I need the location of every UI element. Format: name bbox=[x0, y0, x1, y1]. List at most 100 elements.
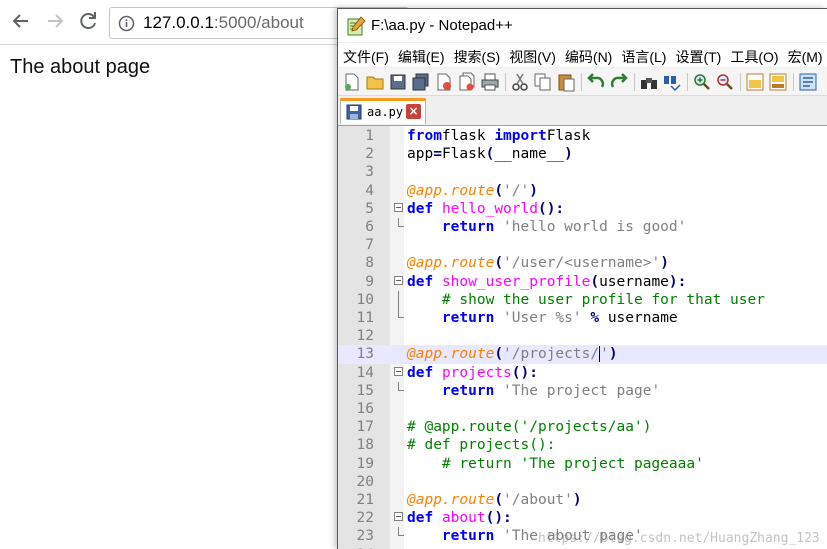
code-token: hello_world bbox=[441, 200, 538, 217]
window-title: F:\aa.py - Notepad++ bbox=[371, 17, 513, 34]
word-wrap-button[interactable] bbox=[798, 72, 818, 92]
sync-horizontal-button[interactable] bbox=[768, 72, 788, 92]
code-line[interactable]: 19 # return 'The project pageaaa' bbox=[338, 455, 827, 473]
code-text: def about(): bbox=[407, 509, 512, 527]
code-token: @app.route bbox=[407, 182, 495, 199]
code-line[interactable]: 12 bbox=[338, 327, 827, 345]
code-token: (): bbox=[485, 510, 512, 527]
tab-close-icon[interactable]: × bbox=[406, 104, 421, 119]
line-number: 23 bbox=[356, 528, 374, 545]
code-token: show_user_profile bbox=[441, 273, 591, 290]
fold-guide-line bbox=[398, 527, 404, 537]
zoom-in-button[interactable] bbox=[692, 72, 712, 92]
fold-collapse-icon[interactable] bbox=[394, 275, 403, 285]
fold-collapse-icon[interactable] bbox=[394, 512, 403, 522]
printer-icon bbox=[481, 73, 499, 91]
fold-guide-line bbox=[398, 309, 404, 318]
reload-button[interactable] bbox=[75, 8, 101, 34]
code-line[interactable]: 8 @app.route('/user/<username>') bbox=[338, 254, 827, 272]
menu-tools[interactable]: 工具(O) bbox=[725, 43, 782, 67]
scissors-icon bbox=[512, 73, 528, 91]
code-line[interactable]: 16 bbox=[338, 400, 827, 418]
code-text: def show_user_profile(username): bbox=[407, 273, 686, 291]
code-text: return 'hello world is good' bbox=[407, 218, 686, 236]
code-line[interactable]: 6 return 'hello world is good' bbox=[338, 218, 827, 236]
replace-button[interactable] bbox=[662, 72, 682, 92]
code-line[interactable]: 4 @app.route('/') bbox=[338, 182, 827, 200]
close-all-button[interactable] bbox=[457, 72, 477, 92]
code-line[interactable]: 20 bbox=[338, 473, 827, 491]
code-line[interactable]: 11 return 'User %s' % username bbox=[338, 309, 827, 327]
line-number: 17 bbox=[356, 419, 374, 436]
code-token: '/about' bbox=[503, 492, 573, 508]
window-titlebar[interactable]: F:\aa.py - Notepad++ bbox=[338, 9, 827, 42]
tab-aa-py[interactable]: aa.py × bbox=[340, 98, 426, 124]
url-text: 127.0.0.1:5000/about bbox=[143, 13, 304, 33]
code-editor[interactable]: 1 fromflask importFlask 2 app=Flask(__name_… bbox=[338, 125, 827, 549]
code-line[interactable]: 3 bbox=[338, 163, 827, 181]
sync-vertical-button[interactable] bbox=[745, 72, 765, 92]
zoom-out-button[interactable] bbox=[715, 72, 735, 92]
code-line[interactable]: 7 bbox=[338, 236, 827, 254]
paste-button[interactable] bbox=[556, 72, 576, 92]
save-all-button[interactable] bbox=[411, 72, 431, 92]
menu-language[interactable]: 语言(L) bbox=[616, 43, 670, 67]
find-button[interactable] bbox=[639, 72, 659, 92]
cut-button[interactable] bbox=[510, 72, 530, 92]
menu-settings[interactable]: 设置(T) bbox=[670, 43, 725, 67]
code-token: 'User %s' bbox=[503, 310, 582, 326]
save-button[interactable] bbox=[388, 72, 408, 92]
menu-edit[interactable]: 编辑(E) bbox=[393, 43, 449, 67]
code-line[interactable]: 17 # @app.route('/projects/aa') bbox=[338, 418, 827, 436]
url-path: :5000/about bbox=[213, 13, 304, 32]
code-text: return 'The project page' bbox=[407, 382, 660, 400]
code-line[interactable]: 22 def about(): bbox=[338, 509, 827, 527]
menu-macro[interactable]: 宏(M) bbox=[783, 43, 827, 67]
code-token: % bbox=[590, 310, 600, 326]
code-line[interactable]: 24 bbox=[338, 546, 827, 549]
menu-encoding[interactable]: 编码(N) bbox=[560, 43, 616, 67]
code-line[interactable]: 13 @app.route('/projects/') bbox=[338, 345, 827, 364]
code-line[interactable]: 14 def projects(): bbox=[338, 364, 827, 382]
forward-button[interactable] bbox=[42, 8, 68, 34]
code-line[interactable]: 9 def show_user_profile(username): bbox=[338, 273, 827, 291]
menu-file[interactable]: 文件(F) bbox=[338, 43, 393, 67]
line-number: 9 bbox=[365, 273, 374, 290]
fold-collapse-icon[interactable] bbox=[394, 202, 403, 212]
url-host: 127.0.0.1 bbox=[143, 13, 214, 32]
redo-button[interactable] bbox=[609, 72, 629, 92]
fold-collapse-icon[interactable] bbox=[394, 366, 403, 376]
close-file-button[interactable] bbox=[434, 72, 454, 92]
back-button[interactable] bbox=[8, 8, 34, 34]
new-file-button[interactable] bbox=[342, 72, 362, 92]
code-text: app=Flask(__name__) bbox=[407, 145, 573, 163]
code-line[interactable]: 15 return 'The project page' bbox=[338, 381, 827, 400]
open-file-button[interactable] bbox=[365, 72, 385, 92]
code-line[interactable]: 10 # show the user profile for that user bbox=[338, 290, 827, 309]
info-icon[interactable] bbox=[118, 15, 135, 32]
menu-search[interactable]: 搜索(S) bbox=[449, 43, 505, 67]
toolbar-separator bbox=[687, 73, 688, 91]
code-token: # return 'The project pageaaa' bbox=[441, 455, 704, 472]
line-number: 10 bbox=[356, 291, 374, 308]
code-line[interactable]: 5 def hello_world(): bbox=[338, 200, 827, 218]
code-line[interactable]: 18 # def projects(): bbox=[338, 436, 827, 454]
undo-button[interactable] bbox=[586, 72, 606, 92]
code-line[interactable]: 2 app=Flask(__name__) bbox=[338, 145, 827, 163]
menu-view[interactable]: 视图(V) bbox=[504, 43, 560, 67]
code-token: def bbox=[407, 364, 434, 381]
code-token: return bbox=[441, 219, 495, 235]
code-line[interactable]: 21 @app.route('/about') bbox=[338, 491, 827, 509]
code-token: ) bbox=[564, 146, 573, 163]
code-line[interactable]: 1 fromflask importFlask bbox=[338, 127, 827, 145]
print-button[interactable] bbox=[480, 72, 500, 92]
line-number: 6 bbox=[365, 219, 374, 235]
main-toolbar bbox=[338, 68, 827, 96]
code-text: @app.route('/user/<username>') bbox=[407, 254, 669, 272]
copy-button[interactable] bbox=[533, 72, 553, 92]
